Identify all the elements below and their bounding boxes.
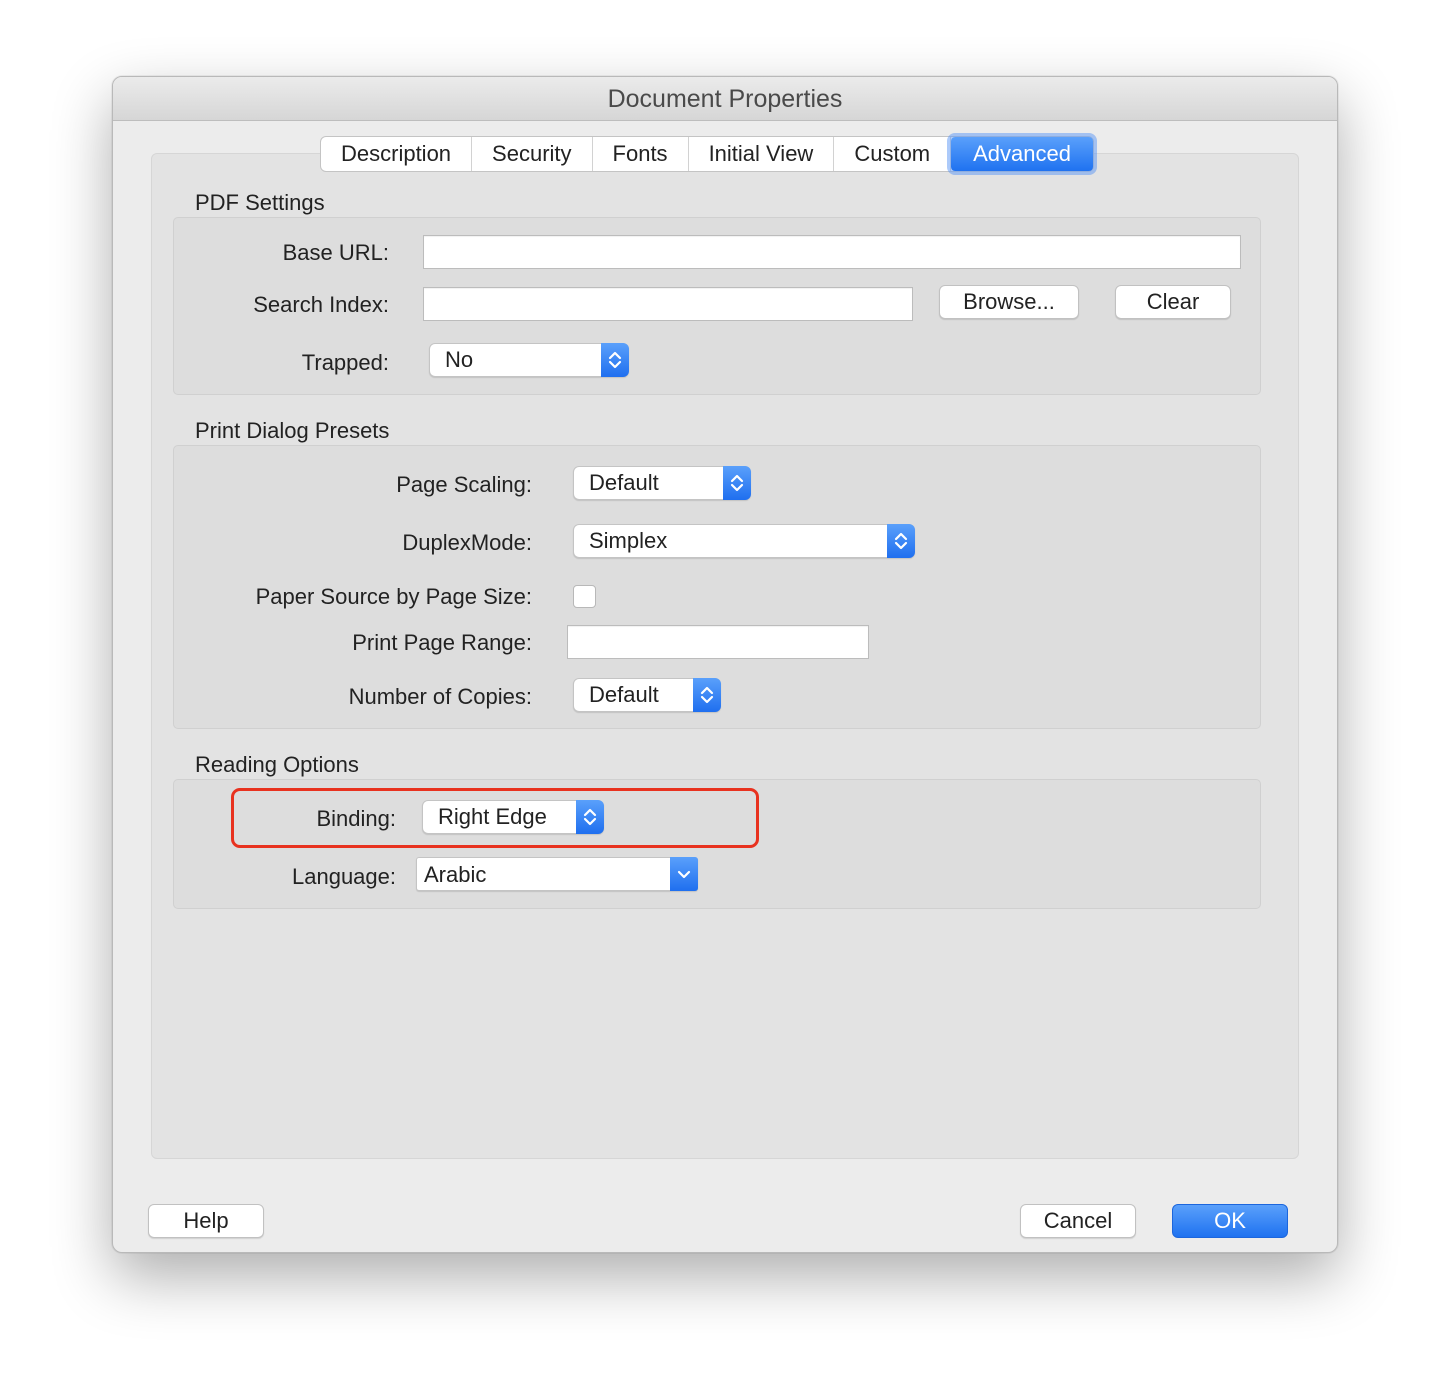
print-page-range-label: Print Page Range:: [352, 630, 532, 655]
binding-value: Right Edge: [438, 804, 547, 829]
tab-bar: Description Security Fonts Initial View …: [320, 136, 1094, 172]
tab-security[interactable]: Security: [472, 137, 593, 171]
chevron-down-icon: [670, 857, 698, 891]
trapped-value: No: [445, 347, 474, 372]
binding-label: Binding:: [316, 806, 396, 831]
reading-options-title: Reading Options: [195, 752, 359, 777]
print-page-range-input[interactable]: [567, 625, 869, 659]
copies-label: Number of Copies:: [348, 684, 532, 709]
updown-arrows-icon: [723, 466, 751, 500]
print-presets-title: Print Dialog Presets: [195, 418, 390, 443]
ok-button[interactable]: OK: [1172, 1204, 1288, 1238]
tab-initial-view[interactable]: Initial View: [689, 137, 835, 171]
copies-popup[interactable]: Default: [573, 678, 721, 712]
tab-custom[interactable]: Custom: [834, 137, 952, 171]
language-combo[interactable]: Arabic: [416, 857, 698, 891]
base-url-label: Base URL:: [282, 240, 389, 265]
window-title: Document Properties: [113, 77, 1337, 121]
base-url-input[interactable]: [423, 235, 1241, 269]
paper-source-checkbox[interactable]: [573, 585, 596, 608]
tab-advanced[interactable]: Advanced: [951, 137, 1093, 171]
browse-button[interactable]: Browse...: [939, 285, 1079, 319]
page-scaling-label: Page Scaling:: [396, 472, 532, 497]
updown-arrows-icon: [576, 800, 604, 834]
updown-arrows-icon: [693, 678, 721, 712]
binding-popup[interactable]: Right Edge: [422, 800, 604, 834]
search-index-input[interactable]: [423, 287, 913, 321]
pdf-settings-title: PDF Settings: [195, 190, 325, 215]
updown-arrows-icon: [887, 524, 915, 558]
clear-button[interactable]: Clear: [1115, 285, 1231, 319]
document-properties-dialog: Document Properties Description Security…: [112, 76, 1338, 1253]
duplex-mode-value: Simplex: [589, 528, 668, 553]
tab-description[interactable]: Description: [321, 137, 473, 171]
language-label: Language:: [292, 864, 396, 889]
search-index-label: Search Index:: [253, 292, 389, 317]
language-value: Arabic: [424, 862, 487, 887]
trapped-label: Trapped:: [301, 350, 389, 375]
paper-source-label: Paper Source by Page Size:: [255, 584, 532, 609]
cancel-button[interactable]: Cancel: [1020, 1204, 1136, 1238]
trapped-popup[interactable]: No: [429, 343, 629, 377]
updown-arrows-icon: [601, 343, 629, 377]
help-button[interactable]: Help: [148, 1204, 264, 1238]
page-scaling-popup[interactable]: Default: [573, 466, 751, 500]
tab-fonts[interactable]: Fonts: [593, 137, 689, 171]
duplex-mode-popup[interactable]: Simplex: [573, 524, 915, 558]
page-scaling-value: Default: [589, 470, 659, 495]
copies-value: Default: [589, 682, 659, 707]
duplex-mode-label: DuplexMode:: [402, 530, 532, 555]
